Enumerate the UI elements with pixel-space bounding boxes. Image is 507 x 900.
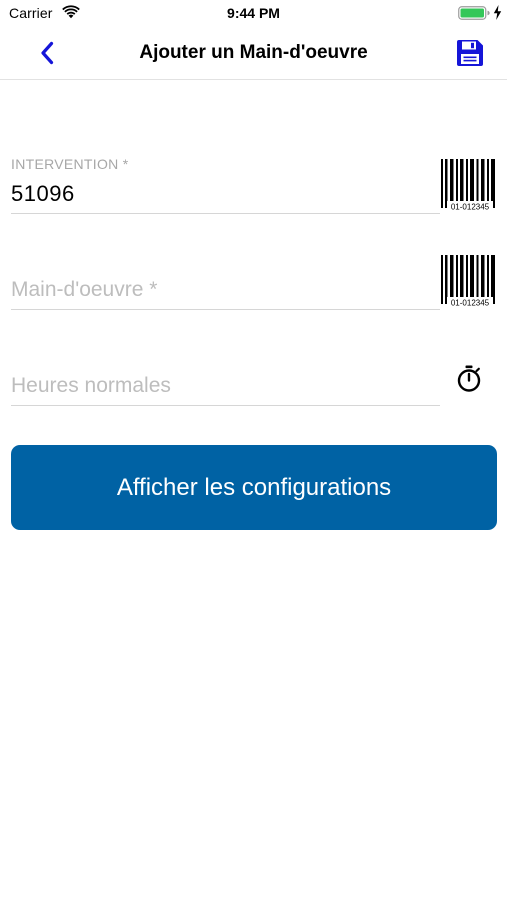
intervention-label: INTERVENTION * <box>11 156 129 172</box>
battery-icon <box>458 6 490 20</box>
barcode-caption: 01-012345 <box>451 203 490 212</box>
intervention-field[interactable]: INTERVENTION * 51096 <box>11 156 440 214</box>
status-bar: Carrier 9:44 PM <box>0 0 507 28</box>
navigation-bar: Ajouter un Main-d'oeuvre <box>0 28 507 80</box>
back-button[interactable] <box>34 38 60 68</box>
main-oeuvre-field[interactable] <box>11 258 440 310</box>
status-time: 9:44 PM <box>227 5 280 21</box>
barcode-icon[interactable]: 01-012345 <box>440 157 498 213</box>
save-button[interactable] <box>455 38 485 68</box>
charging-bolt-icon <box>493 5 502 20</box>
show-configurations-button[interactable]: Afficher les configurations <box>11 445 497 530</box>
main-oeuvre-input[interactable] <box>11 278 440 302</box>
barcode-caption: 01-012345 <box>451 299 490 308</box>
barcode-icon[interactable]: 01-012345 <box>440 253 498 309</box>
stopwatch-icon[interactable] <box>456 365 482 393</box>
heures-normales-field[interactable] <box>11 354 440 406</box>
heures-normales-input[interactable] <box>11 374 440 398</box>
page-title: Ajouter un Main-d'oeuvre <box>139 42 368 63</box>
intervention-value[interactable]: 51096 <box>11 181 75 207</box>
floppy-disk-icon <box>457 40 483 66</box>
chevron-left-icon <box>41 41 54 65</box>
